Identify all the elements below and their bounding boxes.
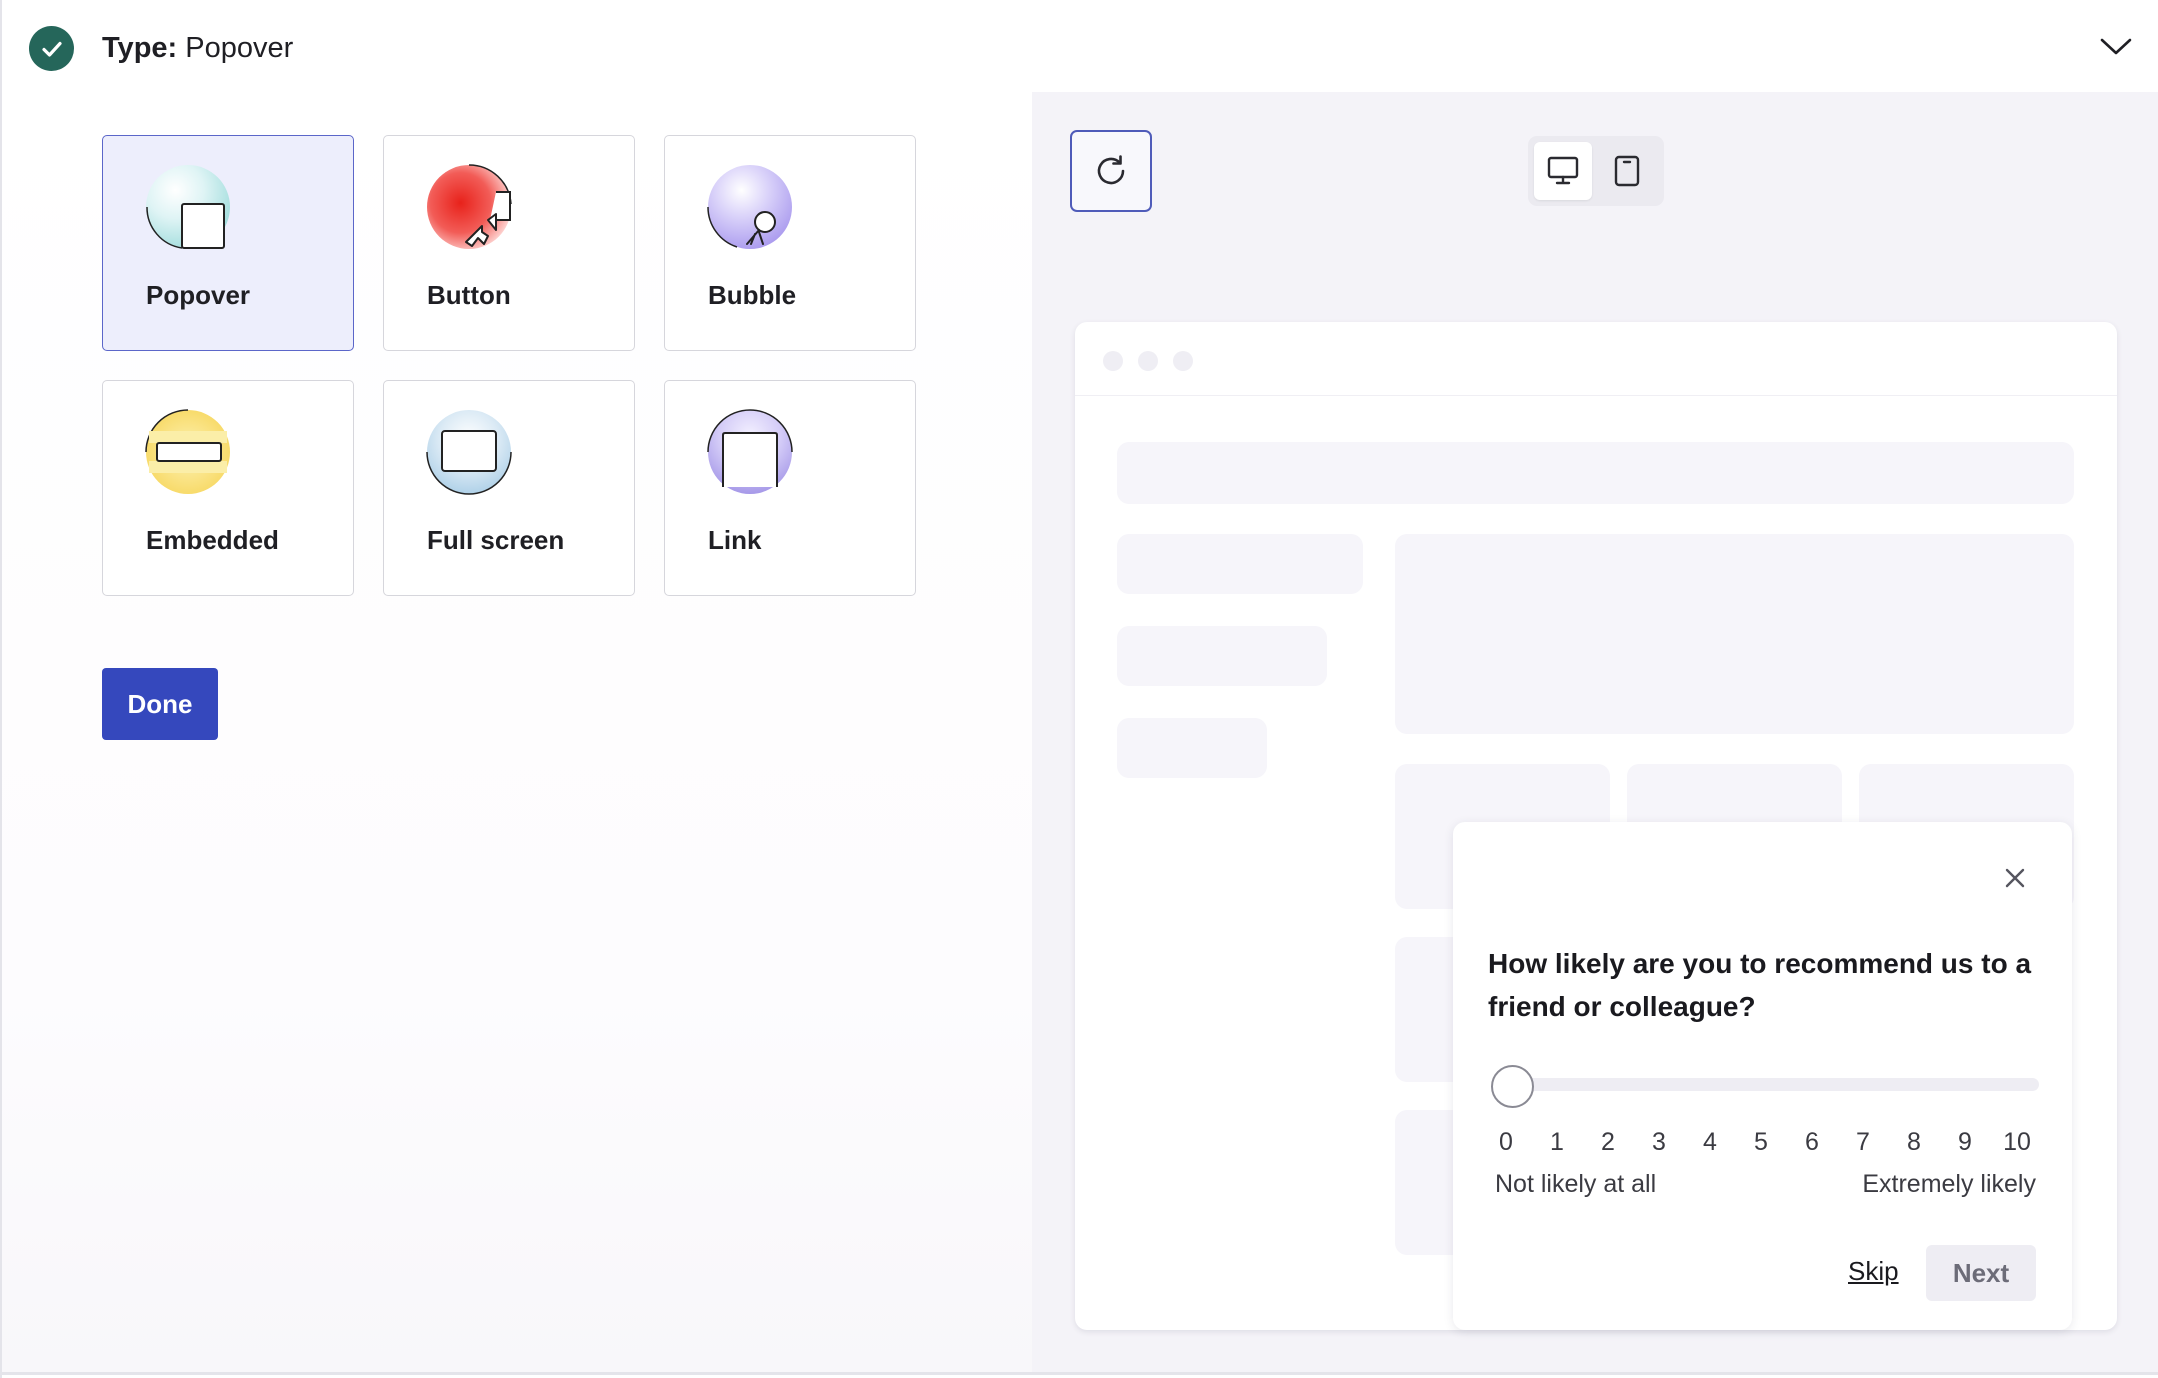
nps-slider-thumb[interactable]	[1491, 1065, 1534, 1108]
full-screen-icon	[426, 409, 512, 495]
skeleton-block	[1117, 534, 1363, 594]
skeleton-block	[1117, 442, 2074, 504]
skeleton-block	[1395, 534, 2074, 734]
type-option-label: Full screen	[427, 525, 565, 555]
section-title-value: Popover	[185, 32, 294, 64]
scale-label-3: 3	[1652, 1128, 1666, 1156]
section-title: Type: Popover	[102, 28, 293, 68]
scale-label-0: 0	[1499, 1128, 1513, 1156]
popover-icon	[145, 164, 231, 250]
close-icon[interactable]	[1997, 860, 2033, 896]
type-option-label: Link	[708, 525, 762, 555]
section-title-key: Type:	[102, 32, 178, 64]
scale-low-label: Not likely at all	[1495, 1170, 1657, 1198]
window-dot	[1173, 351, 1193, 371]
type-option-label: Button	[427, 280, 511, 310]
survey-question: How likely are you to recommend us to a …	[1488, 948, 2032, 1022]
check-circle-icon	[29, 26, 74, 71]
window-dot	[1103, 351, 1123, 371]
browser-bar	[1075, 322, 2117, 396]
type-section-header[interactable]: Type: Popover	[0, 0, 2158, 92]
scale-label-10: 10	[2003, 1128, 2031, 1156]
skeleton-block	[1117, 626, 1327, 686]
mobile-view-button[interactable]	[1598, 142, 1656, 200]
mobile-icon	[1614, 155, 1640, 187]
scale-high-label: Extremely likely	[1862, 1170, 2036, 1198]
button-icon	[426, 164, 512, 250]
scale-label-2: 2	[1601, 1128, 1615, 1156]
type-option-full-screen[interactable]: Full screen	[383, 380, 635, 596]
type-option-label: Embedded	[146, 525, 279, 555]
done-button[interactable]: Done	[102, 668, 218, 740]
type-option-bubble[interactable]: Bubble	[664, 135, 916, 351]
type-option-link[interactable]: Link	[664, 380, 916, 596]
scale-label-5: 5	[1754, 1128, 1768, 1156]
type-option-popover[interactable]: Popover	[102, 135, 354, 351]
embedded-icon	[145, 409, 231, 495]
next-button[interactable]: Next	[1926, 1245, 2036, 1301]
frame-border	[0, 1372, 2158, 1375]
window-dot	[1138, 351, 1158, 371]
scale-label-1: 1	[1550, 1128, 1564, 1156]
scale-label-8: 8	[1907, 1128, 1921, 1156]
link-icon	[707, 409, 793, 495]
refresh-icon	[1097, 155, 1125, 185]
scale-label-6: 6	[1805, 1128, 1819, 1156]
type-option-button[interactable]: Button	[383, 135, 635, 351]
scale-label-4: 4	[1703, 1128, 1717, 1156]
scale-label-7: 7	[1856, 1128, 1870, 1156]
refresh-button[interactable]	[1070, 130, 1152, 212]
type-option-embedded[interactable]: Embedded	[102, 380, 354, 596]
scale-label-9: 9	[1958, 1128, 1972, 1156]
skeleton-block	[1117, 718, 1267, 778]
nps-slider-track[interactable]	[1507, 1078, 2039, 1091]
type-option-label: Bubble	[708, 280, 797, 310]
desktop-view-button[interactable]	[1534, 142, 1592, 200]
chevron-down-icon[interactable]	[2098, 32, 2134, 60]
survey-popover: How likely are you to recommend us to a …	[1453, 822, 2072, 1330]
bubble-icon	[707, 164, 793, 250]
device-toggle	[1528, 136, 1664, 206]
desktop-icon	[1547, 156, 1579, 185]
skip-link[interactable]: Skip	[1848, 1256, 1899, 1287]
type-option-label: Popover	[146, 280, 251, 310]
